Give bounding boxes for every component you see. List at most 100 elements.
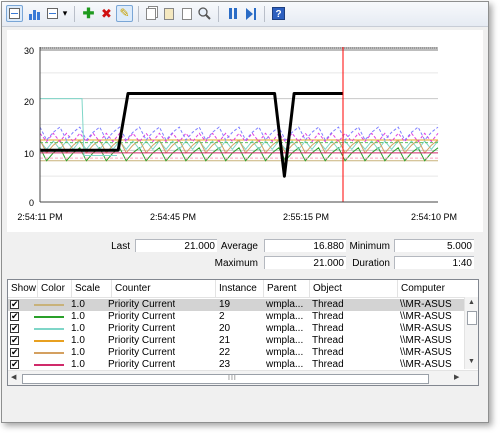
graph-glyph	[9, 8, 20, 19]
scroll-left-arrow-icon[interactable]: ◀	[11, 373, 16, 383]
object-cell: Thread	[312, 323, 344, 334]
instance-cell: 2	[219, 311, 225, 322]
toolbar-separator	[264, 6, 265, 22]
computer-cell: \\MR-ASUS	[400, 347, 452, 358]
parent-cell: wmpla...	[266, 347, 304, 358]
counter-cell: Priority Current	[108, 311, 176, 322]
report-glyph	[47, 8, 58, 19]
table-row[interactable]: ✔ 1.0 Priority Current 20 wmpla... Thread \\MR…	[8, 323, 464, 335]
computer-cell: \\MR-ASUS	[400, 335, 452, 346]
table-row[interactable]: ✔ 1.0 Priority Current 22 wmpla... Thread \\MR…	[8, 347, 464, 359]
delete-counter-icon[interactable]: ✖	[98, 5, 115, 22]
y-tick-label: 10	[24, 149, 34, 159]
column-header-scale[interactable]: Scale	[72, 280, 112, 297]
line-chart: 30 20 10 0 2:54:11 PM 2:54:45 PM 2:55:15…	[17, 46, 457, 222]
horizontal-scroll-thumb[interactable]: III	[22, 374, 429, 384]
zoom-icon[interactable]	[196, 5, 213, 22]
show-checkbox[interactable]: ✔	[10, 312, 19, 321]
column-header-counter[interactable]: Counter	[112, 280, 216, 297]
scale-cell: 1.0	[71, 299, 85, 310]
scale-cell: 1.0	[71, 335, 85, 346]
histogram-glyph	[29, 9, 40, 20]
counter-cell: Priority Current	[108, 335, 176, 346]
highlight-icon[interactable]: ✎	[116, 5, 133, 22]
scale-cell: 1.0	[71, 323, 85, 334]
color-swatch	[34, 352, 64, 354]
copy-glyph	[145, 7, 156, 20]
help-glyph: ?	[272, 7, 285, 20]
graph-area: 30 20 10 0 2:54:11 PM 2:54:45 PM 2:55:15…	[7, 30, 483, 232]
copy-properties-icon[interactable]	[142, 5, 159, 22]
last-label: Last	[111, 241, 130, 252]
counter-list-header: Show Color Scale Counter Instance Parent…	[8, 280, 478, 298]
y-tick-label: 20	[24, 97, 34, 107]
table-row[interactable]: ✔ 1.0 Priority Current 2 wmpla... Thread \\MR-…	[8, 311, 464, 323]
vertical-scroll-thumb[interactable]	[467, 311, 477, 325]
show-checkbox[interactable]: ✔	[10, 300, 19, 309]
show-checkbox[interactable]: ✔	[10, 360, 19, 369]
highlighted-series-line	[40, 92, 343, 178]
last-value: 21.000	[135, 239, 217, 252]
toolbar-separator	[138, 6, 139, 22]
counter-list: Show Color Scale Counter Instance Parent…	[7, 279, 479, 386]
parent-cell: wmpla...	[266, 311, 304, 322]
toolbar-separator	[218, 6, 219, 22]
properties-icon[interactable]	[178, 5, 195, 22]
counter-cell: Priority Current	[108, 299, 176, 310]
object-cell: Thread	[312, 347, 344, 358]
maximum-label: Maximum	[214, 258, 258, 269]
column-header-computer[interactable]: Computer	[398, 280, 464, 297]
counter-cell: Priority Current	[108, 347, 176, 358]
magnifier-glyph	[198, 7, 211, 20]
show-checkbox[interactable]: ✔	[10, 348, 19, 357]
parent-cell: wmpla...	[266, 299, 304, 310]
table-row[interactable]: ✔ 1.0 Priority Current 19 wmpla... Thread \\MR…	[8, 299, 464, 311]
add-counter-icon[interactable]: ✚	[80, 5, 97, 22]
column-header-color[interactable]: Color	[38, 280, 72, 297]
color-swatch	[34, 316, 64, 318]
counter-cell: Priority Current	[108, 323, 176, 334]
y-tick-label: 0	[29, 198, 34, 208]
column-header-show[interactable]: Show	[8, 280, 38, 297]
freeze-display-icon[interactable]	[224, 5, 241, 22]
maximum-value: 21.000	[264, 256, 346, 269]
parent-cell: wmpla...	[266, 323, 304, 334]
column-header-parent[interactable]: Parent	[264, 280, 310, 297]
x-tick-label: 2:54:11 PM	[17, 212, 62, 222]
counter-series-line	[39, 126, 439, 141]
vertical-scrollbar[interactable]: ▲ ▼	[464, 297, 478, 369]
color-swatch	[34, 364, 64, 366]
instance-cell: 22	[219, 347, 231, 358]
scroll-up-arrow-icon[interactable]: ▲	[468, 298, 475, 308]
instance-cell: 19	[219, 299, 231, 310]
help-icon[interactable]: ?	[270, 5, 287, 22]
scale-cell: 1.0	[71, 347, 85, 358]
color-swatch	[34, 328, 64, 330]
change-graph-type-icon[interactable]	[44, 5, 61, 22]
color-swatch	[34, 304, 64, 306]
horizontal-scrollbar[interactable]: ◀ III ▶	[8, 370, 478, 385]
show-checkbox[interactable]: ✔	[10, 324, 19, 333]
scroll-right-arrow-icon[interactable]: ▶	[454, 373, 459, 383]
show-checkbox[interactable]: ✔	[10, 336, 19, 345]
view-graph-icon[interactable]	[6, 5, 23, 22]
instance-cell: 20	[219, 323, 231, 334]
pause-glyph	[228, 8, 237, 19]
scroll-down-arrow-icon[interactable]: ▼	[468, 357, 475, 367]
dropdown-arrow-icon[interactable]: ▾	[60, 5, 70, 22]
toolbar-separator	[74, 6, 75, 22]
paste-glyph	[163, 7, 174, 20]
color-swatch	[34, 340, 64, 342]
update-data-icon[interactable]	[242, 5, 259, 22]
column-header-object[interactable]: Object	[310, 280, 398, 297]
x-tick-label: 2:54:10 PM	[411, 212, 457, 222]
duration-label: Duration	[352, 258, 390, 269]
computer-cell: \\MR-ASUS	[400, 323, 452, 334]
x-tick-label: 2:54:45 PM	[150, 212, 196, 222]
paste-counter-list-icon[interactable]	[160, 5, 177, 22]
table-row[interactable]: ✔ 1.0 Priority Current 21 wmpla... Thread \\MR…	[8, 335, 464, 347]
column-header-instance[interactable]: Instance	[216, 280, 264, 297]
computer-cell: \\MR-ASUS	[400, 299, 452, 310]
view-histogram-icon[interactable]	[26, 5, 43, 22]
x-tick-label: 2:55:15 PM	[283, 212, 329, 222]
